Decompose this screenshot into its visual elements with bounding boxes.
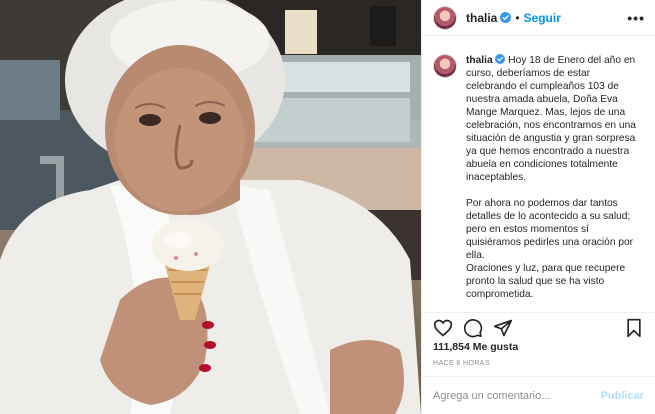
verified-badge-icon (500, 12, 512, 23)
publish-button[interactable]: Publicar (601, 390, 644, 402)
username-link[interactable]: thalia (466, 11, 497, 25)
action-bar (422, 312, 655, 342)
heart-icon[interactable] (433, 318, 453, 338)
likes-label: Me gusta (472, 341, 519, 353)
more-options-icon[interactable]: ••• (627, 10, 645, 26)
post-header: thalia • Seguir ••• (422, 0, 655, 36)
photo-illustration (0, 0, 421, 414)
caption: thalia Hoy 18 de Enero del año en curso,… (466, 54, 642, 308)
share-icon[interactable] (493, 318, 513, 338)
caption-text: Hoy 18 de Enero del año en curso, deberí… (466, 55, 636, 300)
likes-count[interactable]: 111,854 Me gusta (433, 341, 518, 353)
avatar[interactable] (433, 5, 457, 30)
caption-verified-icon (495, 54, 506, 64)
bookmark-icon[interactable] (624, 318, 644, 338)
post-panel: thalia • Seguir ••• thalia Hoy 18 de Ene… (421, 0, 655, 414)
comment-input[interactable] (433, 389, 601, 402)
caption-area: thalia Hoy 18 de Enero del año en curso,… (422, 36, 655, 308)
comment-bar: Publicar (422, 376, 655, 414)
caption-avatar[interactable] (433, 54, 457, 78)
timestamp[interactable]: HACE 6 HORAS (433, 360, 490, 367)
likes-number: 111,854 (433, 341, 470, 353)
separator-dot: • (515, 10, 520, 25)
caption-username[interactable]: thalia (466, 55, 493, 66)
post-photo[interactable] (0, 0, 421, 414)
comment-icon[interactable] (463, 318, 483, 338)
follow-button[interactable]: Seguir (524, 11, 561, 25)
